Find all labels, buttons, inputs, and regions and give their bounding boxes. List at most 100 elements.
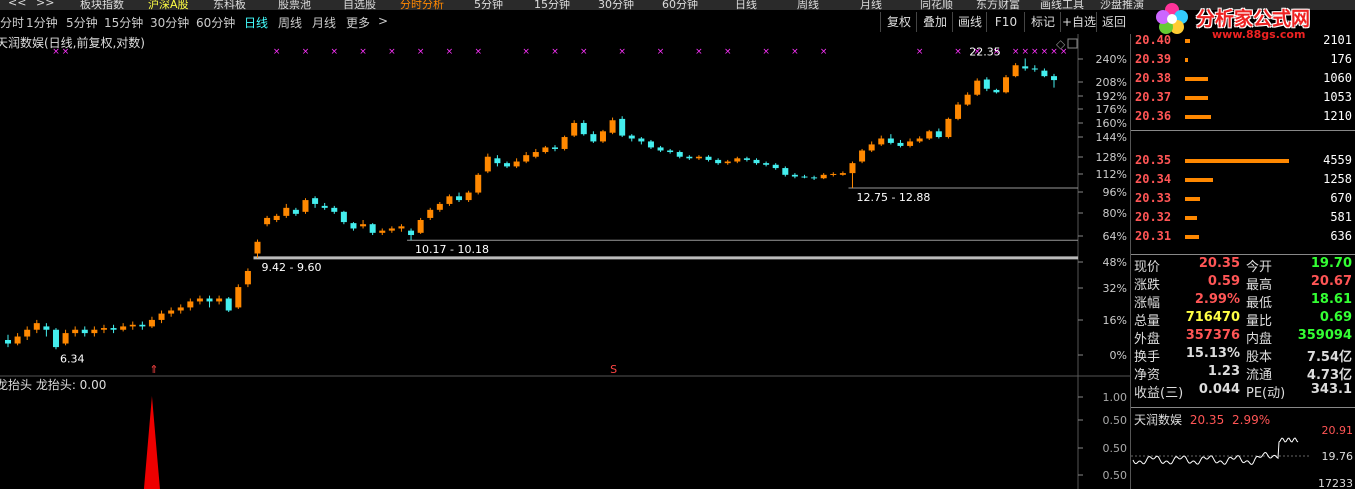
quote-value: 20.67 bbox=[1310, 274, 1352, 289]
orderbook-price: 20.31 bbox=[1135, 229, 1172, 243]
tool-button-2[interactable]: 画线 bbox=[952, 12, 987, 32]
y-tick-label: 0% bbox=[1110, 349, 1127, 362]
kline-chart[interactable]: 天润数娱(日线,前复权,对数) ◇240%208%192%176%160%144%… bbox=[0, 34, 1130, 489]
signal-marker: × bbox=[1050, 47, 1058, 57]
mini-intraday-chart[interactable]: 20.91 19.76 17233 bbox=[1131, 422, 1355, 489]
period-0[interactable]: 分时 bbox=[0, 14, 24, 31]
period-4[interactable]: 30分钟 bbox=[150, 14, 189, 31]
top-tab-11[interactable]: 60分钟 bbox=[662, 0, 698, 10]
signal-marker: × bbox=[1041, 47, 1049, 57]
orderbook-volume: 176 bbox=[1330, 52, 1352, 66]
orderbook-volume-bar bbox=[1185, 77, 1208, 81]
tool-button-0[interactable]: 复权 bbox=[880, 12, 917, 32]
signal-marker: × bbox=[388, 47, 396, 57]
orderbook-volume: 636 bbox=[1330, 229, 1352, 243]
quote-value: 4.73亿 bbox=[1306, 368, 1352, 383]
tool-button-1[interactable]: 叠加 bbox=[916, 12, 953, 32]
tool-button-4[interactable]: 标记 bbox=[1024, 12, 1061, 32]
candle[interactable] bbox=[302, 198, 309, 214]
top-tab-3[interactable]: 沪深A股 bbox=[148, 0, 189, 10]
candle[interactable] bbox=[244, 268, 251, 288]
candle[interactable] bbox=[225, 297, 232, 313]
mini-divider bbox=[1131, 407, 1355, 408]
candle[interactable] bbox=[475, 173, 482, 195]
quote-row: 净资 1.23 流通 4.73亿 bbox=[1131, 364, 1355, 383]
quote-label: 现价 bbox=[1134, 260, 1161, 275]
top-tab-1[interactable]: >> bbox=[36, 0, 54, 9]
top-tab-16[interactable]: 东方财富 bbox=[976, 0, 1020, 10]
top-tab-7[interactable]: 分时分析 bbox=[400, 0, 444, 10]
period-7[interactable]: 周线 bbox=[278, 14, 302, 31]
top-tab-12[interactable]: 日线 bbox=[735, 0, 757, 10]
signal-marker: × bbox=[1060, 47, 1068, 57]
orderbook-price: 20.38 bbox=[1135, 71, 1172, 85]
mini-price-line bbox=[1132, 437, 1299, 465]
candle[interactable] bbox=[945, 117, 952, 139]
quote-row: 收益(三) 0.044 PE(动) 343.1 bbox=[1131, 382, 1355, 401]
mini-high-label: 20.91 bbox=[1322, 424, 1354, 437]
period-9[interactable]: 更多 bbox=[346, 14, 370, 31]
top-tab-4[interactable]: 东科板 bbox=[213, 0, 246, 10]
orderbook-row: 20.36 1210 bbox=[1131, 107, 1355, 126]
signal-marker: × bbox=[52, 47, 60, 57]
signal-marker: × bbox=[302, 47, 310, 57]
orderbook-price: 20.40 bbox=[1135, 33, 1172, 47]
candle[interactable] bbox=[926, 129, 933, 140]
y-tick-label: 112% bbox=[1096, 168, 1127, 181]
period-2[interactable]: 5分钟 bbox=[66, 14, 98, 31]
top-tab-17[interactable]: 画线工具 bbox=[1040, 0, 1084, 10]
top-tab-14[interactable]: 月线 bbox=[860, 0, 882, 10]
period-6[interactable]: 日线 bbox=[244, 14, 268, 31]
top-tab-0[interactable]: << bbox=[8, 0, 26, 9]
top-tab-5[interactable]: 股票池 bbox=[278, 0, 311, 10]
orderbook-row: 20.34 1258 bbox=[1131, 170, 1355, 189]
candle[interactable] bbox=[859, 148, 866, 164]
period-1[interactable]: 1分钟 bbox=[26, 14, 58, 31]
candle[interactable] bbox=[235, 284, 242, 309]
quote-value: 0.69 bbox=[1319, 310, 1352, 325]
top-tab-6[interactable]: 自选股 bbox=[343, 0, 376, 10]
quote-label: 今开 bbox=[1246, 260, 1273, 275]
top-tab-18[interactable]: 沙盘推演 bbox=[1100, 0, 1144, 10]
candle[interactable] bbox=[1012, 63, 1019, 78]
top-tab-10[interactable]: 30分钟 bbox=[598, 0, 634, 10]
period-10[interactable]: > bbox=[378, 14, 388, 28]
quote-row: 外盘 357376 内盘 359094 bbox=[1131, 328, 1355, 347]
candle[interactable] bbox=[52, 328, 59, 350]
quote-value: 15.13% bbox=[1185, 346, 1240, 361]
quote-label: 净资 bbox=[1134, 368, 1161, 383]
top-tab-2[interactable]: 板块指数 bbox=[80, 0, 124, 10]
candle[interactable] bbox=[417, 217, 424, 234]
chart-title: 天润数娱(日线,前复权,对数) bbox=[0, 35, 145, 50]
candle[interactable] bbox=[1003, 75, 1010, 94]
top-tab-8[interactable]: 5分钟 bbox=[474, 0, 503, 10]
candle[interactable] bbox=[955, 102, 962, 121]
candle[interactable] bbox=[619, 116, 626, 138]
signal-marker: × bbox=[417, 47, 425, 57]
tool-button-5[interactable]: +自选 bbox=[1060, 12, 1097, 32]
quote-value: 357376 bbox=[1185, 328, 1240, 343]
tool-button-6[interactable]: 返回 bbox=[1096, 12, 1131, 32]
quote-value: 343.1 bbox=[1310, 382, 1352, 397]
y-tick-label: 176% bbox=[1096, 103, 1127, 116]
candle[interactable] bbox=[974, 78, 981, 96]
quote-label: 涨跌 bbox=[1134, 278, 1161, 293]
period-8[interactable]: 月线 bbox=[312, 14, 336, 31]
signal-marker: × bbox=[62, 47, 70, 57]
quote-label: 最低 bbox=[1246, 296, 1273, 311]
orderbook-volume: 670 bbox=[1330, 191, 1352, 205]
signal-marker: × bbox=[522, 47, 530, 57]
period-3[interactable]: 15分钟 bbox=[104, 14, 143, 31]
indicator-tick-label: 0.50 bbox=[1103, 469, 1128, 482]
candle[interactable] bbox=[561, 135, 568, 151]
period-5[interactable]: 60分钟 bbox=[196, 14, 235, 31]
signal-marker: × bbox=[657, 47, 665, 57]
orderbook-volume: 4559 bbox=[1323, 153, 1352, 167]
price-annotation: 12.75 - 12.88 bbox=[856, 191, 930, 204]
top-tab-9[interactable]: 15分钟 bbox=[534, 0, 570, 10]
top-tab-13[interactable]: 周线 bbox=[797, 0, 819, 10]
orderbook-volume-bar bbox=[1185, 58, 1188, 62]
top-tab-15[interactable]: 同花顺 bbox=[920, 0, 953, 10]
candle[interactable] bbox=[599, 129, 606, 143]
tool-button-3[interactable]: F10 bbox=[986, 12, 1025, 32]
